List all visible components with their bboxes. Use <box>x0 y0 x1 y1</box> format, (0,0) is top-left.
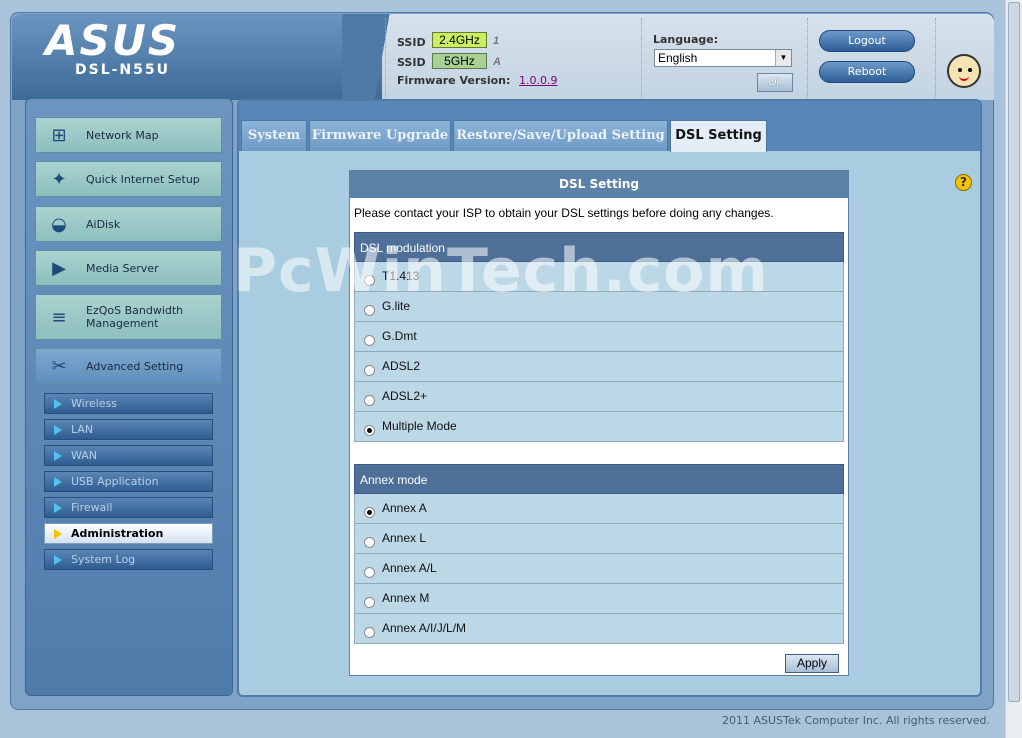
modulation-option-adsl2plus[interactable]: ADSL2+ <box>354 382 844 412</box>
watermark: PcWinTech.com <box>233 236 770 306</box>
sidebar-sub-usb[interactable]: USB Application <box>44 471 213 492</box>
mascot-icon <box>947 54 981 88</box>
scrollbar-thumb[interactable] <box>1008 2 1020 702</box>
chevron-right-icon <box>54 555 62 565</box>
tab-firmware-upgrade[interactable]: Firmware Upgrade <box>309 120 451 151</box>
panel-description: Please contact your ISP to obtain your D… <box>354 206 774 220</box>
sidebar-sub-lan[interactable]: LAN <box>44 419 213 440</box>
language-select[interactable]: English ▼ <box>654 49 792 67</box>
network-map-icon: ⊞ <box>51 125 67 146</box>
tab-dsl-setting[interactable]: DSL Setting <box>670 120 767 152</box>
chevron-right-icon <box>54 503 62 513</box>
scrollbar[interactable] <box>1005 0 1022 738</box>
sidebar-sub-system-log[interactable]: System Log <box>44 549 213 570</box>
firmware-version-link[interactable]: 1.0.0.9 <box>519 74 557 87</box>
sidebar-item-label: AiDisk <box>86 217 121 231</box>
modulation-option-gdmt[interactable]: G.Dmt <box>354 322 844 352</box>
reboot-button[interactable]: Reboot <box>819 61 915 83</box>
radio-button[interactable] <box>364 507 375 518</box>
panel-title: DSL Setting <box>350 171 848 198</box>
logout-button[interactable]: Logout <box>819 30 915 52</box>
chevron-right-icon <box>54 477 62 487</box>
sidebar-sub-administration[interactable]: Administration <box>44 523 213 544</box>
annex-option-a[interactable]: Annex A <box>354 494 844 524</box>
sidebar-item-advanced[interactable]: ✂ Advanced Setting <box>35 348 222 384</box>
sidebar-item-label: Advanced Setting <box>86 359 184 373</box>
sidebar-item-aidisk[interactable]: ◒ AiDisk <box>35 206 222 242</box>
sidebar-sub-firewall[interactable]: Firewall <box>44 497 213 518</box>
header-divider <box>935 18 936 98</box>
chevron-right-icon <box>54 451 62 461</box>
sidebar-item-ezqos[interactable]: ≡ EzQoS Bandwidth Management <box>35 294 222 340</box>
tab-system[interactable]: System <box>241 120 307 151</box>
radio-button[interactable] <box>364 395 375 406</box>
wand-icon: ✦ <box>51 169 67 190</box>
sidebar-item-quick-setup[interactable]: ✦ Quick Internet Setup <box>35 161 222 197</box>
modulation-option-adsl2[interactable]: ADSL2 <box>354 352 844 382</box>
chevron-down-icon[interactable]: ▼ <box>775 50 791 66</box>
ssid-label-24: SSID <box>397 36 426 49</box>
sidebar-item-network-map[interactable]: ⊞ Network Map <box>35 117 222 153</box>
radio-button[interactable] <box>364 365 375 376</box>
radio-button[interactable] <box>364 425 375 436</box>
ssid-label-5: SSID <box>397 56 426 69</box>
ssid-24-badge: 2.4GHz <box>432 32 487 48</box>
radio-button[interactable] <box>364 335 375 346</box>
radio-button[interactable] <box>364 627 375 638</box>
radio-button[interactable] <box>364 537 375 548</box>
annex-option-al[interactable]: Annex A/L <box>354 554 844 584</box>
sidebar-item-label: Media Server <box>86 261 159 275</box>
language-label: Language: <box>653 33 719 46</box>
apply-button[interactable]: Apply <box>785 654 839 673</box>
ssid-24-name: 1 <box>493 35 500 47</box>
tools-icon: ✂ <box>51 356 67 377</box>
brand-logo: ASUS <box>45 16 181 65</box>
sidebar-sub-wireless[interactable]: Wireless <box>44 393 213 414</box>
chevron-right-icon <box>54 425 62 435</box>
radio-button[interactable] <box>364 305 375 316</box>
annex-option-aijlm[interactable]: Annex A/I/J/L/M <box>354 614 844 644</box>
help-icon[interactable]: ? <box>955 174 972 191</box>
chevron-right-icon <box>54 399 62 409</box>
sidebar-sub-wan[interactable]: WAN <box>44 445 213 466</box>
firmware-label: Firmware Version: <box>397 74 511 87</box>
sidebar-item-label: Network Map <box>86 128 159 142</box>
sidebar-item-label: Quick Internet Setup <box>86 172 200 186</box>
tab-restore-save-upload[interactable]: Restore/Save/Upload Setting <box>453 120 668 151</box>
sidebar-item-media-server[interactable]: ▶ Media Server <box>35 250 222 286</box>
chevron-right-icon <box>54 529 62 539</box>
annex-option-l[interactable]: Annex L <box>354 524 844 554</box>
media-icon: ▶ <box>52 258 66 279</box>
modulation-option-multiple[interactable]: Multiple Mode <box>354 412 844 442</box>
header-divider <box>385 18 386 98</box>
radio-button[interactable] <box>364 597 375 608</box>
annex-option-m[interactable]: Annex M <box>354 584 844 614</box>
header-divider <box>641 18 642 98</box>
language-value: English <box>658 51 698 65</box>
qos-icon: ≡ <box>51 307 67 328</box>
annex-mode-header: Annex mode <box>354 464 844 494</box>
ssid-5-name: A <box>493 56 501 68</box>
header-divider <box>807 18 808 98</box>
language-ok-button[interactable]: Ok <box>757 73 793 92</box>
sidebar-item-label: EzQoS Bandwidth Management <box>86 304 184 330</box>
disk-icon: ◒ <box>51 214 67 235</box>
radio-button[interactable] <box>364 567 375 578</box>
model-name: DSL-N55U <box>75 62 171 78</box>
ssid-5-badge: 5GHz <box>432 53 487 69</box>
copyright-footer: 2011 ASUSTek Computer Inc. All rights re… <box>722 714 990 727</box>
